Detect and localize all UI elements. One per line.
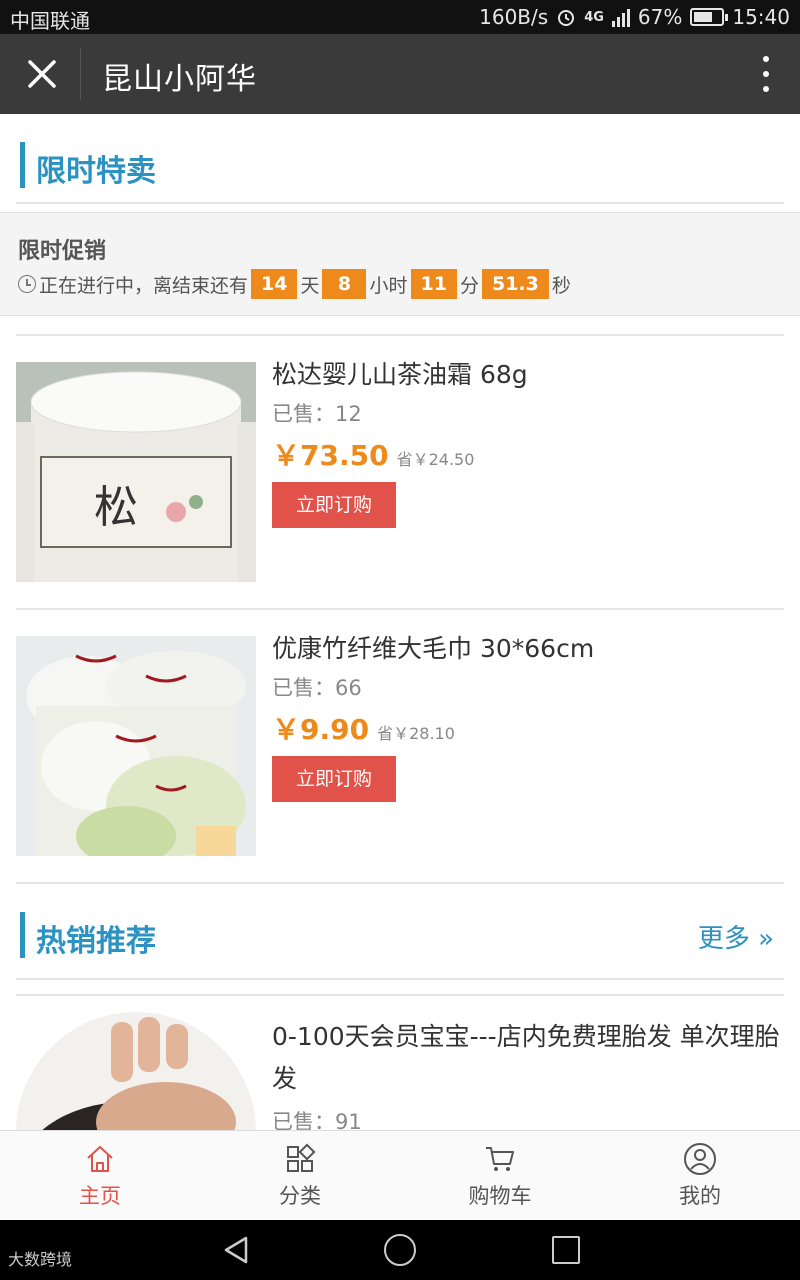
product-name[interactable]: 0-100天会员宝宝---店内免费理胎发 单次理胎发 xyxy=(272,1016,780,1100)
countdown-seconds: 51.3 xyxy=(481,269,549,299)
status-bar: 中国联通 160B/s 4G 67% 15:40 xyxy=(0,0,800,34)
status-icons: 160B/s 4G 67% 15:40 xyxy=(479,5,790,29)
watermark: 大数跨境 xyxy=(8,1250,73,1269)
order-now-button[interactable]: 立即订购 xyxy=(272,482,396,528)
price-row: ￥73.50 省￥24.50 xyxy=(272,434,780,474)
system-nav-bar: 大数跨境 xyxy=(0,1220,800,1280)
user-icon xyxy=(684,1142,716,1175)
product-savings: 省￥28.10 xyxy=(377,724,455,743)
more-link[interactable]: 更多 » xyxy=(698,918,774,955)
product-sold-count: 已售：66 xyxy=(272,676,362,700)
minutes-unit: 分 xyxy=(459,274,479,297)
countdown-hours: 8 xyxy=(322,269,367,299)
product-name[interactable]: 优康竹纤维大毛巾 30*66cm xyxy=(272,632,780,666)
countdown-days: 14 xyxy=(251,269,298,299)
hot-recommend-header: 热销推荐 更多 » xyxy=(0,884,800,984)
page-title: 昆山小阿华 xyxy=(102,62,257,97)
home-icon xyxy=(87,1145,113,1172)
product-card[interactable]: 松 松达婴儿山茶油霜 68g 已售：12 ￥73.50 省￥24.50 立即订购 xyxy=(0,336,800,608)
battery-icon xyxy=(690,8,729,26)
nav-category[interactable]: 分类 xyxy=(200,1131,400,1220)
product-info: 0-100天会员宝宝---店内免费理胎发 单次理胎发 已售：91 xyxy=(272,1016,780,1130)
section-accent-bar xyxy=(20,142,25,188)
section-title: 热销推荐 xyxy=(36,924,156,959)
product-info: 优康竹纤维大毛巾 30*66cm 已售：66 ￥9.90 省￥28.10 立即订… xyxy=(272,632,780,802)
order-now-button[interactable]: 立即订购 xyxy=(272,756,396,802)
flash-sale-header: 限时特卖 xyxy=(0,114,800,214)
nav-me[interactable]: 我的 xyxy=(600,1131,800,1220)
price-row: ￥9.90 省￥28.10 xyxy=(272,708,780,748)
cart-icon xyxy=(486,1146,514,1171)
carrier-name: 中国联通 xyxy=(10,9,90,33)
countdown-minutes: 11 xyxy=(410,269,457,299)
product-sold-count: 已售：91 xyxy=(272,1110,362,1130)
product-info: 松达婴儿山茶油霜 68g 已售：12 ￥73.50 省￥24.50 立即订购 xyxy=(272,358,780,528)
home-button[interactable] xyxy=(384,1234,416,1266)
nav-label: 分类 xyxy=(279,1183,321,1208)
nav-cart[interactable]: 购物车 xyxy=(400,1131,600,1220)
network-type: 4G xyxy=(584,9,604,25)
product-savings: 省￥24.50 xyxy=(396,450,475,469)
alarm-icon xyxy=(556,7,576,27)
nav-label: 主页 xyxy=(79,1183,121,1208)
promo-title: 限时促销 xyxy=(18,239,107,264)
close-button[interactable] xyxy=(22,54,62,94)
main-content[interactable]: 限时特卖 限时促销 正在进行中，离结束还有 14 天 8 小时 11 分 51.… xyxy=(0,114,800,1130)
battery-percent: 67% xyxy=(637,5,683,29)
svg-text:松: 松 xyxy=(94,482,138,533)
nav-home[interactable]: 主页 xyxy=(0,1131,200,1220)
network-speed: 160B/s xyxy=(479,5,549,29)
days-unit: 天 xyxy=(300,274,320,297)
countdown-prefix: 正在进行中，离结束还有 xyxy=(39,274,249,297)
seconds-unit: 秒 xyxy=(551,274,571,297)
product-card[interactable]: 优康竹纤维大毛巾 30*66cm 已售：66 ￥9.90 省￥28.10 立即订… xyxy=(0,610,800,882)
close-icon xyxy=(28,60,56,88)
category-icon xyxy=(287,1143,316,1172)
more-menu-button[interactable] xyxy=(756,54,776,94)
title-bar: 昆山小阿华 xyxy=(0,34,800,114)
section-title: 限时特卖 xyxy=(36,154,156,189)
product-sold-count: 已售：12 xyxy=(272,402,362,426)
bottom-nav: 主页 分类 购物车 我的 xyxy=(0,1130,800,1220)
promo-countdown-panel: 限时促销 正在进行中，离结束还有 14 天 8 小时 11 分 51.3 秒 xyxy=(0,212,800,316)
clock-time: 15:40 xyxy=(732,5,790,29)
product-price: ￥9.90 xyxy=(272,713,370,746)
product-image[interactable]: 松 xyxy=(16,362,256,582)
recent-apps-button[interactable] xyxy=(552,1236,580,1264)
nav-label: 我的 xyxy=(679,1183,721,1208)
signal-icon xyxy=(611,7,630,27)
product-image[interactable] xyxy=(16,636,256,856)
back-icon[interactable] xyxy=(220,1234,252,1266)
nav-label: 购物车 xyxy=(468,1183,532,1208)
hot-product-card[interactable]: 0-100天会员宝宝---店内免费理胎发 单次理胎发 已售：91 xyxy=(0,996,800,1130)
product-image[interactable] xyxy=(16,1012,256,1130)
clock-icon xyxy=(18,275,36,293)
hours-unit: 小时 xyxy=(369,274,408,297)
countdown: 正在进行中，离结束还有 14 天 8 小时 11 分 51.3 秒 xyxy=(18,269,571,299)
product-price: ￥73.50 xyxy=(272,439,389,472)
product-name[interactable]: 松达婴儿山茶油霜 68g xyxy=(272,358,780,392)
section-accent-bar xyxy=(20,912,25,958)
title-divider xyxy=(80,48,81,100)
